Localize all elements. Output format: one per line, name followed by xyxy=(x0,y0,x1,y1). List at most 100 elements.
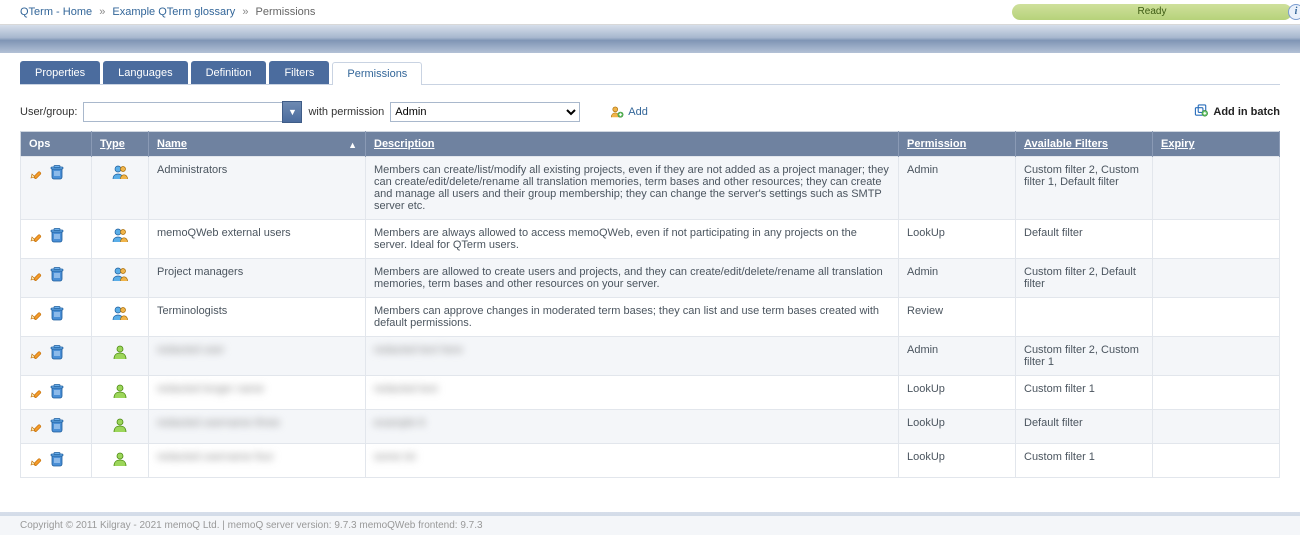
tab-bar: Properties Languages Definition Filters … xyxy=(20,61,1280,85)
filters-cell: Custom filter 2, Default filter xyxy=(1016,259,1153,298)
edit-icon[interactable] xyxy=(29,266,45,282)
type-cell xyxy=(92,337,149,376)
sort-asc-icon: ▲ xyxy=(348,140,357,150)
col-ops: Ops xyxy=(21,132,92,157)
type-cell xyxy=(92,220,149,259)
tab-properties[interactable]: Properties xyxy=(20,61,100,84)
table-row: redacted userredacted text hereAdminCust… xyxy=(21,337,1280,376)
delete-icon[interactable] xyxy=(49,164,65,180)
col-description[interactable]: Description xyxy=(366,132,899,157)
name-cell: redacted longer name xyxy=(149,376,366,410)
delete-icon[interactable] xyxy=(49,344,65,360)
description-cell: Members are allowed to create users and … xyxy=(366,259,899,298)
filters-cell: Custom filter 1 xyxy=(1016,444,1153,478)
permission-cell: LookUp xyxy=(899,410,1016,444)
col-filters[interactable]: Available Filters xyxy=(1016,132,1153,157)
expiry-cell xyxy=(1153,157,1280,220)
name-cell: Terminologists xyxy=(149,298,366,337)
edit-icon[interactable] xyxy=(29,305,45,321)
group-icon xyxy=(112,234,128,246)
description-cell: Members can approve changes in moderated… xyxy=(366,298,899,337)
delete-icon[interactable] xyxy=(49,305,65,321)
delete-icon[interactable] xyxy=(49,451,65,467)
name-cell: redacted username three xyxy=(149,410,366,444)
permission-cell: Admin xyxy=(899,337,1016,376)
group-icon xyxy=(112,312,128,324)
delete-icon[interactable] xyxy=(49,417,65,433)
delete-icon[interactable] xyxy=(49,383,65,399)
name-cell: redacted user xyxy=(149,337,366,376)
permission-cell: LookUp xyxy=(899,220,1016,259)
add-in-batch-button[interactable]: Add in batch xyxy=(1194,103,1280,121)
add-user-icon xyxy=(610,105,624,119)
add-label: Add xyxy=(628,106,648,118)
edit-icon[interactable] xyxy=(29,227,45,243)
filters-cell xyxy=(1016,298,1153,337)
user-group-input[interactable] xyxy=(83,102,282,122)
type-cell xyxy=(92,410,149,444)
permission-cell: Review xyxy=(899,298,1016,337)
group-icon xyxy=(112,171,128,183)
filters-cell: Custom filter 2, Custom filter 1 xyxy=(1016,337,1153,376)
col-type[interactable]: Type xyxy=(92,132,149,157)
edit-icon[interactable] xyxy=(29,451,45,467)
table-row: redacted username threeexample ttLookUpD… xyxy=(21,410,1280,444)
description-cell: some txt xyxy=(366,444,899,478)
permission-cell: Admin xyxy=(899,259,1016,298)
type-cell xyxy=(92,157,149,220)
expiry-cell xyxy=(1153,444,1280,478)
description-cell: example tt xyxy=(366,410,899,444)
user-group-combo[interactable]: ▼ xyxy=(83,101,302,123)
name-cell: Project managers xyxy=(149,259,366,298)
expiry-cell xyxy=(1153,298,1280,337)
name-cell: memoQWeb external users xyxy=(149,220,366,259)
filters-cell: Custom filter 2, Custom filter 1, Defaul… xyxy=(1016,157,1153,220)
col-expiry[interactable]: Expiry xyxy=(1153,132,1280,157)
filter-row: User/group: ▼ with permission Admin Add … xyxy=(20,101,1280,123)
tab-permissions[interactable]: Permissions xyxy=(332,62,422,85)
col-name[interactable]: Name ▲ xyxy=(149,132,366,157)
table-row: memoQWeb external usersMembers are alway… xyxy=(21,220,1280,259)
permission-select[interactable]: Admin xyxy=(390,102,580,122)
permission-cell: LookUp xyxy=(899,444,1016,478)
user-icon xyxy=(112,458,128,470)
breadcrumb: QTerm - Home » Example QTerm glossary » … xyxy=(20,6,315,18)
type-cell xyxy=(92,376,149,410)
filters-cell: Default filter xyxy=(1016,220,1153,259)
type-cell xyxy=(92,298,149,337)
breadcrumb-glossary[interactable]: Example QTerm glossary xyxy=(112,6,235,18)
batch-label: Add in batch xyxy=(1213,106,1280,118)
breadcrumb-home[interactable]: QTerm - Home xyxy=(20,6,92,18)
top-bar: QTerm - Home » Example QTerm glossary » … xyxy=(0,0,1300,25)
edit-icon[interactable] xyxy=(29,164,45,180)
user-icon xyxy=(112,351,128,363)
edit-icon[interactable] xyxy=(29,383,45,399)
expiry-cell xyxy=(1153,259,1280,298)
description-cell: redacted text here xyxy=(366,337,899,376)
edit-icon[interactable] xyxy=(29,417,45,433)
delete-icon[interactable] xyxy=(49,266,65,282)
expiry-cell xyxy=(1153,376,1280,410)
name-cell: redacted username four xyxy=(149,444,366,478)
user-icon xyxy=(112,390,128,402)
tab-definition[interactable]: Definition xyxy=(191,61,267,84)
batch-icon xyxy=(1194,103,1209,121)
group-icon xyxy=(112,273,128,285)
add-button[interactable]: Add xyxy=(610,105,648,119)
table-row: redacted longer nameredacted textLookUpC… xyxy=(21,376,1280,410)
permission-cell: Admin xyxy=(899,157,1016,220)
breadcrumb-current: Permissions xyxy=(256,6,316,18)
status-badge: Ready xyxy=(1012,4,1292,20)
edit-icon[interactable] xyxy=(29,344,45,360)
tab-filters[interactable]: Filters xyxy=(269,61,329,84)
delete-icon[interactable] xyxy=(49,227,65,243)
expiry-cell xyxy=(1153,410,1280,444)
filters-cell: Custom filter 1 xyxy=(1016,376,1153,410)
name-cell: Administrators xyxy=(149,157,366,220)
user-icon xyxy=(112,424,128,436)
description-cell: Members can create/list/modify all exist… xyxy=(366,157,899,220)
col-permission[interactable]: Permission xyxy=(899,132,1016,157)
table-row: AdministratorsMembers can create/list/mo… xyxy=(21,157,1280,220)
tab-languages[interactable]: Languages xyxy=(103,61,187,84)
chevron-down-icon[interactable]: ▼ xyxy=(282,101,302,123)
